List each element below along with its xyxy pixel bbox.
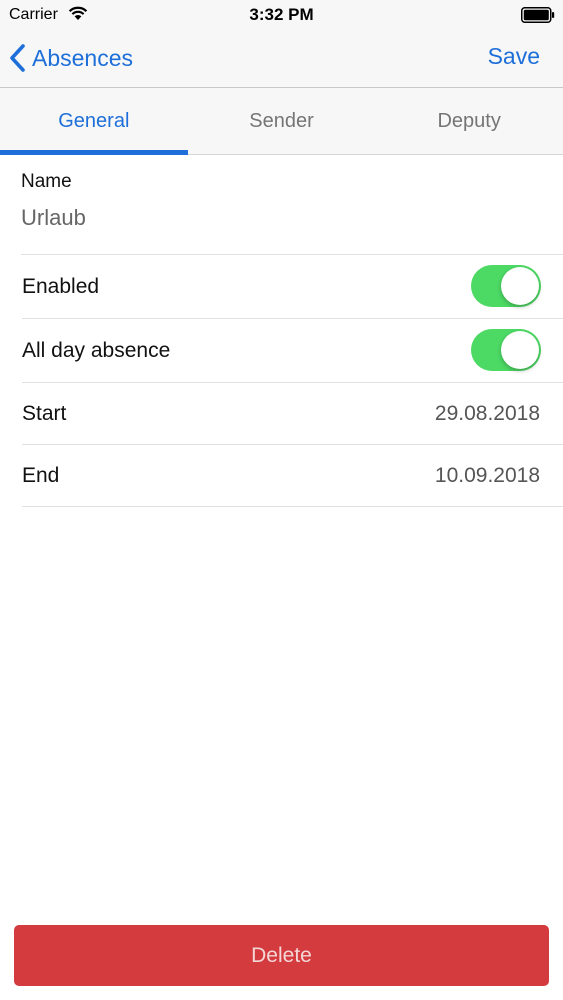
toggle-knob: [501, 267, 539, 305]
enabled-toggle[interactable]: [471, 265, 541, 307]
all-day-absence-row: All day absence: [22, 319, 563, 383]
tab-general-label: General: [58, 109, 130, 132]
tab-deputy[interactable]: Deputy: [375, 88, 563, 154]
end-date-row[interactable]: End 10.09.2018: [22, 445, 563, 507]
toggle-knob: [501, 331, 539, 369]
battery-icon: [521, 7, 555, 23]
all-day-absence-toggle[interactable]: [471, 329, 541, 371]
clock: 3:32 PM: [249, 5, 314, 24]
back-button-label: Absences: [32, 44, 134, 71]
status-bar: Carrier 3:32 PM: [0, 0, 563, 30]
tab-sender-label: Sender: [249, 109, 314, 132]
tab-deputy-label: Deputy: [437, 109, 501, 132]
start-date-value: 29.08.2018: [434, 402, 540, 425]
tab-general[interactable]: General: [0, 88, 188, 155]
save-button[interactable]: Save: [488, 43, 540, 70]
chevron-left-icon: [10, 44, 25, 72]
enabled-label: Enabled: [22, 275, 100, 298]
tab-sender[interactable]: Sender: [188, 88, 376, 154]
name-field[interactable]: Name Urlaub: [21, 155, 563, 255]
navigation-bar: Absences Save: [0, 30, 563, 88]
end-label: End: [22, 464, 60, 487]
name-label: Name: [21, 171, 72, 192]
start-label: Start: [22, 402, 67, 425]
delete-button-label: Delete: [251, 943, 312, 967]
delete-button[interactable]: Delete: [14, 925, 549, 986]
name-input[interactable]: Urlaub: [21, 205, 86, 231]
segmented-tabs: General Sender Deputy: [0, 88, 563, 155]
enabled-row: Enabled: [22, 255, 563, 319]
back-button[interactable]: Absences: [8, 39, 133, 77]
end-date-value: 10.09.2018: [434, 464, 540, 487]
all-day-absence-label: All day absence: [22, 339, 171, 362]
absence-detail-screen: Carrier 3:32 PM Absences Save General Se…: [0, 0, 563, 1000]
start-date-row[interactable]: Start 29.08.2018: [22, 383, 563, 445]
